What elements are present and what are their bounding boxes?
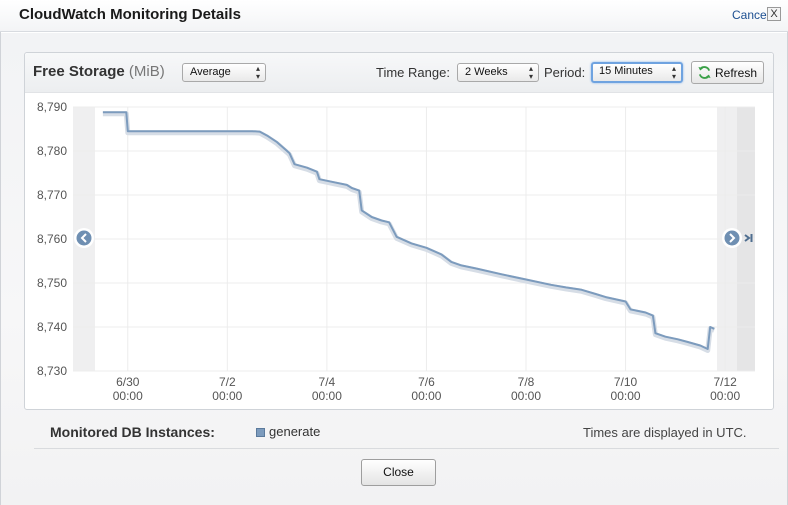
chevron-right-circle-icon bbox=[724, 230, 740, 246]
x-tick-date: 6/30 bbox=[116, 375, 140, 389]
free-storage-chart: 8,7308,7408,7508,7608,7708,7808,7906/300… bbox=[37, 100, 755, 403]
y-tick-label: 8,790 bbox=[37, 100, 67, 114]
x-tick-time: 00:00 bbox=[611, 389, 641, 403]
x-tick-time: 00:00 bbox=[511, 389, 541, 403]
footer-divider bbox=[34, 448, 779, 449]
chart-panel: Free Storage (MiB) Average ▴ ▾ Time Range… bbox=[24, 52, 774, 410]
close-x-icon[interactable]: X bbox=[767, 7, 781, 21]
y-tick-label: 8,740 bbox=[37, 320, 67, 334]
chart-series bbox=[102, 111, 716, 353]
series-line-generate bbox=[102, 111, 715, 350]
y-tick-label: 8,750 bbox=[37, 276, 67, 290]
y-tick-label: 8,770 bbox=[37, 188, 67, 202]
y-tick-label: 8,780 bbox=[37, 144, 67, 158]
x-tick-date: 7/2 bbox=[219, 375, 236, 389]
series-line-shadow bbox=[102, 111, 716, 353]
chevron-left-circle-icon bbox=[76, 230, 92, 246]
dialog-title: CloudWatch Monitoring Details bbox=[19, 6, 241, 23]
x-tick-date: 7/4 bbox=[319, 375, 336, 389]
cancel-link[interactable]: Cancel bbox=[732, 8, 769, 22]
chart-axes: 8,7308,7408,7508,7608,7708,7808,7906/300… bbox=[37, 100, 741, 403]
x-tick-time: 00:00 bbox=[312, 389, 342, 403]
next-button[interactable] bbox=[722, 228, 742, 248]
x-tick-time: 00:00 bbox=[710, 389, 740, 403]
dialog-header: CloudWatch Monitoring Details Cancel X bbox=[0, 0, 788, 32]
x-tick-time: 00:00 bbox=[113, 389, 143, 403]
y-tick-label: 8,730 bbox=[37, 364, 67, 378]
timezone-note: Times are displayed in UTC. bbox=[583, 425, 747, 440]
legend-swatch bbox=[256, 428, 265, 437]
x-tick-date: 7/12 bbox=[713, 375, 737, 389]
x-tick-date: 7/6 bbox=[418, 375, 435, 389]
x-tick-date: 7/10 bbox=[614, 375, 638, 389]
x-tick-date: 7/8 bbox=[518, 375, 535, 389]
x-tick-time: 00:00 bbox=[212, 389, 242, 403]
y-tick-label: 8,760 bbox=[37, 232, 67, 246]
close-button[interactable]: Close bbox=[361, 459, 436, 486]
prev-button[interactable] bbox=[74, 228, 94, 248]
legend-item-generate: generate bbox=[269, 424, 321, 439]
x-tick-time: 00:00 bbox=[411, 389, 441, 403]
legend-title: Monitored DB Instances: bbox=[50, 424, 215, 440]
